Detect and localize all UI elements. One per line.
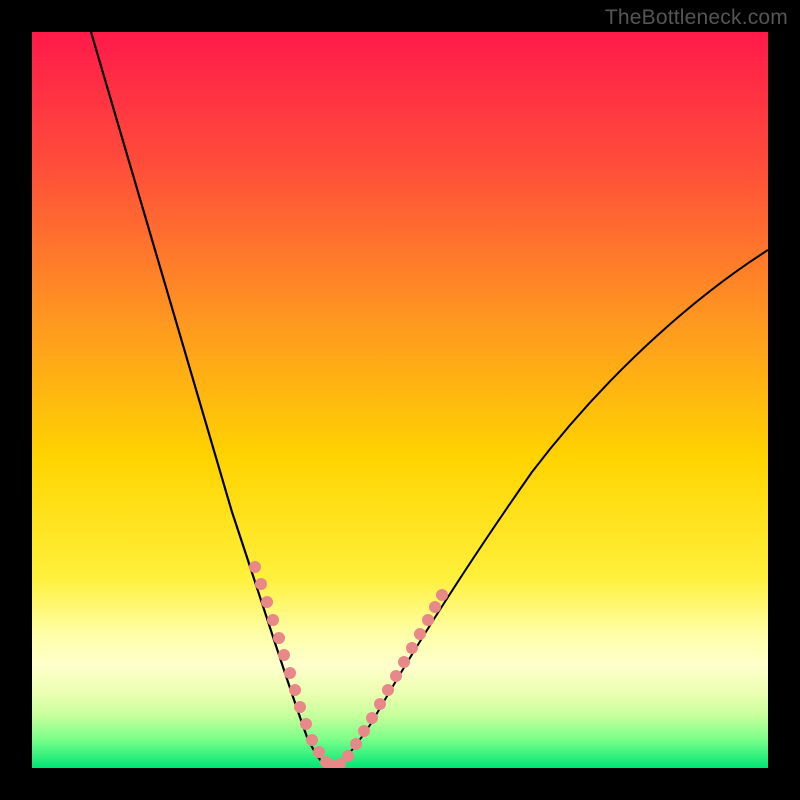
plot-area bbox=[32, 32, 768, 768]
bottleneck-curve bbox=[32, 32, 768, 768]
curve-right bbox=[330, 250, 768, 768]
highlight-dots bbox=[249, 561, 448, 768]
chart-frame: TheBottleneck.com bbox=[0, 0, 800, 800]
curve-left bbox=[91, 32, 330, 768]
watermark-text: TheBottleneck.com bbox=[605, 6, 788, 30]
